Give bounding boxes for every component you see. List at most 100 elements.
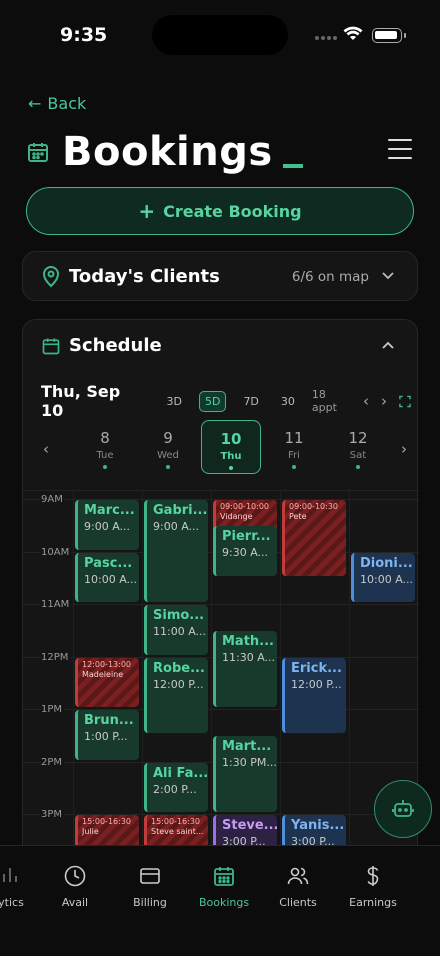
event-client-name: Mart...: [222, 739, 272, 755]
view-7d-button[interactable]: 7D: [238, 392, 263, 411]
booking-event[interactable]: Erick... 12:00 P...: [282, 657, 346, 734]
event-time: 2:00 P...: [153, 782, 197, 796]
day-9[interactable]: 9 Wed: [138, 420, 198, 474]
event-title: Vidange: [220, 512, 253, 521]
todays-clients-card[interactable]: Today's Clients 6/6 on map: [22, 251, 418, 301]
calendar-icon: [214, 867, 234, 886]
view-5d-button[interactable]: 5D: [198, 390, 227, 412]
hour-label: 1PM: [41, 704, 65, 715]
day-column-line: [349, 491, 350, 850]
tab-more[interactable]: Fl: [412, 864, 440, 909]
tab-bookings[interactable]: Bookings: [187, 864, 261, 909]
hour-label: 2PM: [41, 756, 65, 768]
create-booking-button[interactable]: + Create Booking: [26, 187, 414, 235]
booking-event[interactable]: Simo... 11:00 A...: [144, 605, 208, 655]
menu-icon[interactable]: [388, 139, 412, 159]
day-column-line: [211, 491, 212, 850]
event-time: 1:30 PM...: [222, 756, 277, 770]
map-count: 6/6 on map: [291, 269, 369, 285]
event-time: 12:00-13:00: [82, 659, 131, 669]
prev-days-icon[interactable]: ‹: [43, 440, 49, 458]
event-time: 12:00 P...: [291, 677, 342, 691]
card-icon: [140, 868, 160, 884]
blocked-time-event[interactable]: 12:00-13:00 Madeleine: [75, 657, 139, 707]
event-time: 15:00-16:30: [151, 817, 200, 826]
event-time: 12:00 P...: [153, 677, 204, 691]
event-client-name: Marc...: [84, 503, 135, 518]
event-time: 9:00 A...: [84, 520, 131, 533]
event-client-name: Pierr...: [222, 529, 271, 545]
battery-icon: [372, 28, 406, 43]
day-name: Tue: [96, 450, 114, 461]
view-3d-button[interactable]: 3D: [162, 392, 187, 411]
status-time: 9:35: [60, 24, 108, 46]
hour-label: 11AM: [41, 599, 72, 610]
event-client-name: Gabri...: [153, 503, 208, 518]
expand-icon[interactable]: [399, 395, 411, 408]
tab-label: Avail: [61, 896, 89, 909]
day-name: Thu: [220, 451, 242, 462]
next-arrow-icon[interactable]: ›: [381, 392, 387, 410]
users-icon: [287, 867, 309, 885]
day-num: 10: [220, 430, 242, 448]
booking-event[interactable]: Ali Fa... 2:00 P...: [144, 762, 208, 812]
page-header: Bookings: [26, 128, 416, 176]
day-column-line: [142, 491, 143, 850]
event-client-name: Brun...: [84, 713, 134, 728]
booking-event[interactable]: Pierr... 9:30 A...: [213, 526, 277, 576]
back-label: Back: [47, 94, 87, 113]
arrow-left-icon: ←: [28, 94, 42, 113]
hour-row: 11AM: [23, 599, 419, 610]
chevron-down-icon[interactable]: [381, 271, 395, 281]
current-date: Thu, Sep 10: [41, 382, 121, 420]
prev-arrow-icon[interactable]: ‹: [363, 392, 369, 410]
event-time: 10:00 A...: [360, 572, 414, 586]
day-column-line: [280, 491, 281, 850]
event-client-name: Simo...: [153, 608, 205, 623]
day-11[interactable]: 11 Fri: [264, 420, 324, 474]
schedule-grid: 9AM 10AM 11AM 12PM 1PM 2PM 3PM Marc... 9:00 A...…: [23, 490, 419, 850]
booking-event[interactable]: Dioni... 10:00 A...: [351, 552, 415, 602]
tab-avail[interactable]: Avail: [38, 864, 112, 909]
event-title: Pete: [289, 512, 307, 521]
booking-event[interactable]: Brun... 1:00 P...: [75, 710, 139, 760]
tab-billing[interactable]: Billing: [113, 864, 187, 909]
booking-event[interactable]: Robe... 12:00 P...: [144, 657, 208, 734]
analytics-icon: [3, 868, 17, 882]
signal-icon: [315, 36, 339, 40]
day-8[interactable]: 8 Tue: [75, 420, 135, 474]
hour-label: 10AM: [41, 546, 72, 558]
hour-label: 9AM: [41, 494, 65, 505]
booking-event[interactable]: Mart... 1:30 PM...: [213, 736, 277, 812]
day-name: Fri: [288, 450, 300, 461]
booking-event[interactable]: Pasc... 10:00 A...: [75, 552, 139, 602]
hour-label: 12PM: [41, 651, 71, 663]
booking-event[interactable]: Gabri... 9:00 A...: [144, 500, 208, 602]
tab-earnings[interactable]: Earnings: [336, 864, 410, 909]
hour-label: 3PM: [41, 809, 65, 820]
tab-label: Clients: [279, 896, 317, 909]
day-num: 12: [348, 429, 368, 447]
blocked-time-event[interactable]: 09:00-10:30 Pete: [282, 500, 346, 576]
back-link[interactable]: ← Back: [28, 94, 86, 113]
booking-event[interactable]: Marc... 9:00 A...: [75, 500, 139, 550]
chevron-up-icon[interactable]: [381, 340, 395, 350]
tab-bar: ytics Avail Billing Bookings Clients Ear…: [0, 845, 440, 956]
event-title: Julie: [82, 827, 99, 836]
booking-event[interactable]: Math... 11:30 A...: [213, 631, 277, 707]
event-time: 09:00-10:30: [289, 502, 338, 511]
dollar-icon: [367, 866, 379, 886]
event-time: 10:00 A...: [84, 572, 138, 586]
day-10-selected[interactable]: 10 Thu: [201, 420, 261, 474]
view-30-button[interactable]: 30: [276, 392, 300, 411]
day-12[interactable]: 12 Sat: [328, 420, 388, 474]
tab-clients[interactable]: Clients: [261, 864, 335, 909]
status-bar: 9:35: [0, 0, 440, 70]
event-client-name: Dioni...: [360, 555, 413, 571]
title-cursor: [282, 164, 303, 168]
schedule-card: Schedule Thu, Sep 10 3D 5D 7D 30 18 appt…: [22, 319, 419, 919]
event-title: Madeleine: [82, 669, 124, 679]
assistant-button[interactable]: [374, 780, 432, 838]
next-days-icon[interactable]: ›: [401, 440, 407, 458]
day-num: 8: [100, 429, 110, 447]
